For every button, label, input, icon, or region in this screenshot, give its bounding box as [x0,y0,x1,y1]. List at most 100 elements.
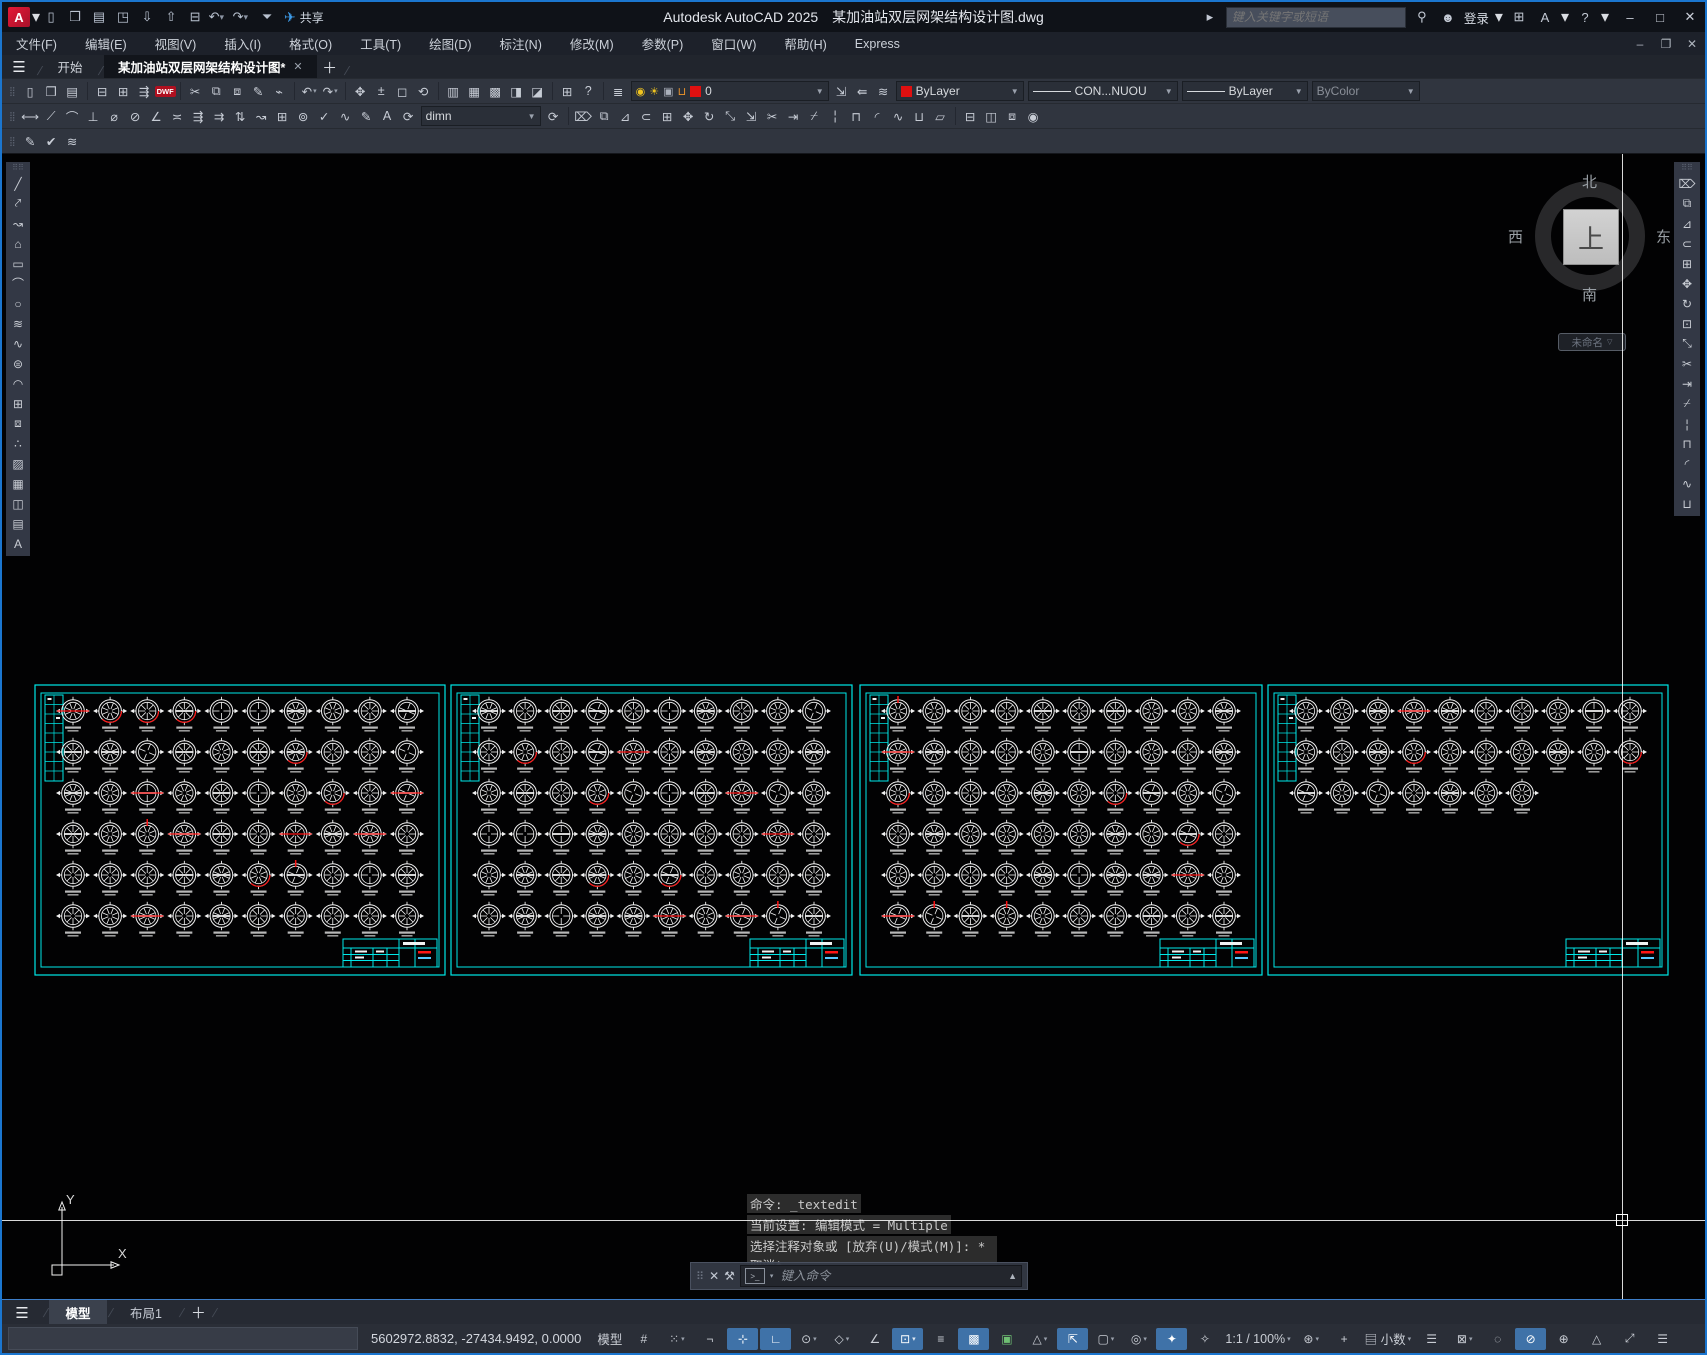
menu-item-10[interactable]: 参数(P) [628,32,698,55]
purge-icon[interactable]: ⊟ [960,106,981,126]
dim-edit-icon[interactable]: ✎ [356,106,377,126]
signin-caret[interactable]: ▾ [1495,7,1503,27]
layer-freeze-vp-icon[interactable]: ▣ [663,85,673,98]
toolbar-handle[interactable]: ⣿ [9,86,17,97]
dynamic-input-toggle[interactable]: ⊹ [727,1327,759,1350]
spline-tool-icon[interactable]: ∿ [8,334,28,353]
trim-tool-icon[interactable]: ✂ [1677,354,1697,373]
move-icon[interactable]: ✥ [678,106,699,126]
plotstyle-control-caret[interactable]: ▼ [1407,87,1415,96]
dim-diameter-icon[interactable]: ⊘ [125,106,146,126]
qat-save-icon[interactable]: ▤ [88,7,110,27]
cut-clip-icon[interactable]: ✂ [185,81,206,101]
stretch-icon[interactable]: ⇲ [741,106,762,126]
center-mark-icon[interactable]: ⊚ [293,106,314,126]
object-snap-toggle[interactable]: ⊡ ▾ [892,1327,924,1350]
viewcube[interactable]: 上 北 南 西 东 [1508,174,1671,304]
copy-tool-icon[interactable]: ⧉ [1677,194,1697,213]
doc-close-button[interactable]: ✕ [1679,34,1705,54]
command-input[interactable] [778,1268,1004,1284]
offset-icon[interactable]: ⊂ [636,106,657,126]
doc-restore-button[interactable]: ❐ [1653,34,1679,54]
paste-clip-icon[interactable]: ⧈ [227,81,248,101]
autodesk-app-icon[interactable]: A [1535,10,1555,25]
make-object-layer-current-icon[interactable]: ⇲ [831,81,852,101]
spell-check-icon[interactable]: ✔ [41,131,62,151]
linetype-control[interactable]: CON...NUOU ▼ [1027,81,1178,101]
close-button[interactable]: ✕ [1675,4,1705,30]
array-icon[interactable]: ⊞ [657,106,678,126]
polyline-tool-icon[interactable]: ↝ [8,214,28,233]
layout-menu-icon[interactable]: ☰ [2,1304,42,1322]
dimension-style-control[interactable]: dimn ▼ [420,106,541,126]
pan-realtime-icon[interactable]: ✥ [350,81,371,101]
command-tools-icon[interactable]: ⚒ [724,1269,735,1283]
object-snap-tracking-toggle[interactable]: ∠ [859,1328,890,1350]
copy-clip-icon[interactable]: ⧉ [206,81,227,101]
crosshair-toggle-toggle[interactable]: + [1329,1328,1360,1350]
batch-plot-icon[interactable]: ⇶ [134,81,155,101]
ellipse-tool-icon[interactable]: ⊜ [8,354,28,373]
erase-tool-icon[interactable]: ⌦ [1677,174,1697,193]
menu-item-1[interactable]: 文件(F) [2,32,71,55]
command-dock-close-icon[interactable]: ✕ [709,1269,719,1283]
scale-icon[interactable]: ⤡ [720,106,741,126]
polygon-tool-icon[interactable]: ⌂ [8,234,28,253]
qat-redo-icon[interactable]: ↷ ▾ [232,7,254,27]
circle-tool-icon[interactable]: ○ [8,294,28,313]
dim-radius-icon[interactable]: ⌀ [104,106,125,126]
fillet-icon[interactable]: ∿ [888,106,909,126]
performance-alert-toggle[interactable]: △ [1581,1328,1612,1350]
units-button[interactable]: ▤ 小数 ▾ [1362,1328,1415,1350]
blend-curves-icon[interactable]: ⊔ [909,106,930,126]
extend-tool-icon[interactable]: ⇥ [1677,374,1697,393]
toolbar-handle[interactable]: ⣿ [9,136,17,147]
save-icon[interactable]: ▤ [62,81,83,101]
minimize-button[interactable]: – [1615,4,1645,30]
layer-unlock-icon[interactable]: ⊔ [678,85,687,98]
command-input-field[interactable]: >_ ▾ ▲ [739,1265,1022,1287]
rectangle-tool-icon[interactable]: ▭ [8,254,28,273]
file-tab-menu-icon[interactable]: ☰ [2,55,36,78]
qat-save-as-icon[interactable]: ◳ [112,7,134,27]
multiline-text-tool-icon[interactable]: A [8,534,28,553]
toolbar-handle[interactable]: ⣿ [9,111,17,122]
transparency-display-toggle[interactable]: ▩ [958,1327,990,1350]
break-at-point-icon[interactable]: ⌿ [804,106,825,126]
tool-palettes-icon[interactable]: ▩ [485,81,506,101]
markup-set-manager-icon[interactable]: ◪ [527,81,548,101]
fillet-tool-icon[interactable]: ∿ [1677,474,1697,493]
infer-constraints-toggle[interactable]: ¬ [694,1328,725,1350]
search-icon[interactable]: ⚲ [1412,9,1432,25]
help-icon[interactable]: ? [1575,10,1595,25]
redo-icon[interactable]: ↷ ▾ [320,81,341,101]
dim-style-apply-icon[interactable]: ⟳ [543,106,564,126]
blend-tool-icon[interactable]: ⊔ [1677,494,1697,513]
viewcube-north-label[interactable]: 北 [1582,171,1597,192]
paste-special-icon[interactable]: ✎ [248,81,269,101]
ellipse-arc-tool-icon[interactable]: ◠ [8,374,28,393]
tab-layout1[interactable]: 布局1 [114,1300,178,1325]
layer-states-icon[interactable]: ≋ [873,81,894,101]
construction-line-tool-icon[interactable]: ⤤ [8,194,28,213]
dim-jogged-icon[interactable]: ∿ [335,106,356,126]
qat-customize-icon[interactable]: ⏷ [256,7,278,27]
dim-angular-icon[interactable]: ∠ [146,106,167,126]
line-tool-icon[interactable]: ╱ [8,174,28,193]
menu-item-3[interactable]: 视图(V) [141,32,211,55]
break-icon[interactable]: ¦ [825,106,846,126]
ortho-mode-toggle[interactable]: ∟ [760,1327,792,1350]
autoscale-annotations-toggle[interactable]: ✧ [1189,1328,1220,1350]
arc-tool-icon[interactable]: ⌒ [8,274,28,293]
dim-linear-icon[interactable]: ⟷ [20,106,41,126]
dim-text-edit-icon[interactable]: A [377,106,398,126]
isolate-objects-toggle[interactable]: ◌ [1482,1328,1513,1350]
palette-handle[interactable]: ⠿⠿ [12,164,24,173]
user-icon[interactable]: ☻ [1438,10,1458,25]
mirror-icon[interactable]: ⊿ [615,106,636,126]
clean-screen-toggle[interactable]: ⤢ [1614,1328,1645,1350]
qat-new-icon[interactable]: ▯ [40,7,62,27]
qat-open-from-web-icon[interactable]: ⇩ [136,7,158,27]
match-properties-icon[interactable]: ⌁ [269,81,290,101]
extend-icon[interactable]: ⇥ [783,106,804,126]
